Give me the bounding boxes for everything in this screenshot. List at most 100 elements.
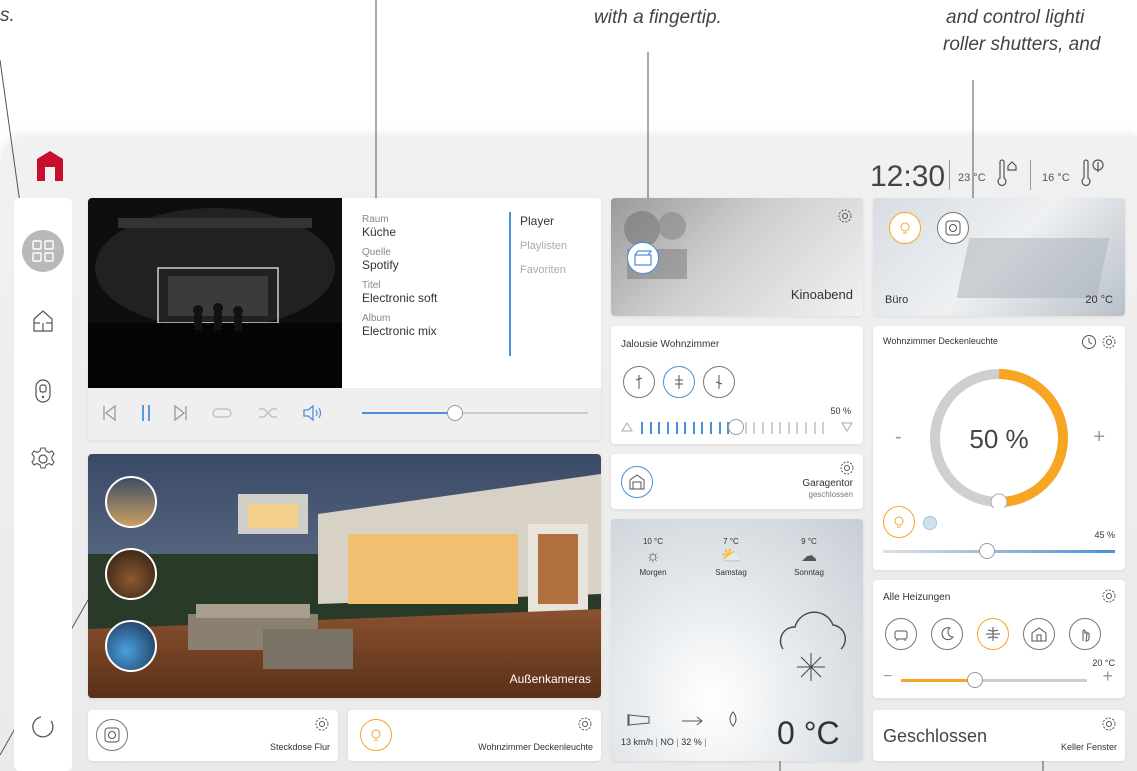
humidity: 32 % <box>681 737 702 747</box>
forecast-day: 9 °C ☁ Sonntag <box>779 537 839 577</box>
window-card[interactable]: Geschlossen Keller Fenster <box>873 710 1125 761</box>
brightness-slider[interactable] <box>883 543 1115 559</box>
laptop-shape <box>956 238 1110 298</box>
light-toggle-button[interactable] <box>360 719 392 751</box>
socket-card[interactable]: Steckdose Flur <box>88 710 338 761</box>
garage-title: Garagentor <box>802 478 853 489</box>
sidebar-item-devices[interactable] <box>22 370 64 412</box>
ceiling-light-toggle[interactable] <box>883 506 915 538</box>
heating-manual-button[interactable] <box>1069 618 1101 650</box>
camera-label: Außenkameras <box>509 672 591 686</box>
shuffle-icon[interactable] <box>258 406 278 420</box>
forecast-temp: 7 °C <box>723 537 739 546</box>
bulb-icon <box>894 516 904 528</box>
refresh-icon <box>32 716 54 738</box>
blind-stop-button[interactable] <box>663 366 695 398</box>
tab-favorites[interactable]: Favoriten <box>520 264 566 276</box>
volume-icon[interactable] <box>302 404 324 422</box>
rain-cloud-icon: ☁ <box>801 548 817 565</box>
sidebar <box>14 198 72 771</box>
scene-toggle-button[interactable] <box>627 242 659 274</box>
blind-close-button[interactable] <box>703 366 735 398</box>
blind-slider[interactable] <box>621 419 853 436</box>
gear-icon[interactable] <box>1101 334 1117 350</box>
dimmer-plus[interactable]: + <box>1093 426 1105 449</box>
heating-frost-button[interactable] <box>977 618 1009 650</box>
brightness-knob[interactable] <box>979 543 996 559</box>
garage-toggle-button[interactable] <box>621 466 653 498</box>
blind-knob[interactable] <box>728 419 744 435</box>
socket-toggle-button[interactable] <box>96 719 128 751</box>
divider <box>1030 160 1031 190</box>
sun-icon: ☼ <box>645 548 661 565</box>
heating-knob[interactable] <box>967 672 984 688</box>
office-card[interactable]: Büro 20 °C <box>873 198 1125 316</box>
tab-playlists[interactable]: Playlisten <box>520 240 567 252</box>
repeat-icon[interactable] <box>212 408 232 418</box>
weather-card: 10 °C ☼ Morgen 7 °C ⛅ Samstag 9 °C ☁ Sonntag 13 … <box>611 519 863 761</box>
triangle-up-icon <box>621 422 633 432</box>
heating-away-button[interactable] <box>1023 618 1055 650</box>
ceiling-light-small-card[interactable]: Wohnzimmer Deckenleuchte <box>348 710 601 761</box>
outdoor-temp: 16 °C <box>1042 172 1070 184</box>
gear-icon[interactable] <box>314 716 330 732</box>
heating-night-button[interactable] <box>931 618 963 650</box>
blind-tick <box>761 422 764 434</box>
album-value: Electronic mix <box>362 324 437 338</box>
blind-open-button[interactable] <box>623 366 655 398</box>
snow-cloud-icon <box>779 611 847 681</box>
gear-icon[interactable] <box>837 208 853 224</box>
heating-comfort-button[interactable] <box>885 618 917 650</box>
camera-thumb-1[interactable] <box>105 476 157 528</box>
camera-thumb-2[interactable] <box>105 548 157 600</box>
camera-card[interactable]: Außenkameras <box>88 454 601 698</box>
grid-icon <box>32 240 54 262</box>
tab-player[interactable]: Player <box>520 214 554 228</box>
socket-label: Steckdose Flur <box>269 742 330 752</box>
heating-plus[interactable]: + <box>1102 666 1113 687</box>
clock: 12:30 <box>870 160 946 193</box>
hand-icon <box>1082 629 1090 642</box>
light-small-label: Wohnzimmer Deckenleuchte <box>478 742 593 752</box>
dimmer-minus[interactable]: - <box>895 426 902 449</box>
blind-stop-icon <box>675 375 683 389</box>
wind-speed: 13 km/h <box>621 737 654 747</box>
music-player-card: Raum Küche Quelle Spotify Titel Electron… <box>88 198 601 440</box>
next-icon[interactable] <box>174 404 188 422</box>
blind-card: Jalousie Wohnzimmer 50 % <box>611 326 863 444</box>
blind-tick <box>649 422 652 434</box>
color-dot[interactable] <box>923 516 937 530</box>
sidebar-item-home[interactable] <box>22 300 64 342</box>
forecast-day-name: Sonntag <box>794 568 824 577</box>
blind-title: Jalousie Wohnzimmer <box>621 339 720 350</box>
sidebar-item-settings[interactable] <box>22 438 64 480</box>
sidebar-item-dashboard[interactable] <box>22 230 64 272</box>
room-value: Küche <box>362 225 397 239</box>
pause-icon[interactable] <box>140 404 152 422</box>
heating-minus[interactable]: − <box>883 668 892 686</box>
volume-slider[interactable] <box>362 405 588 421</box>
camera-thumb-3[interactable] <box>105 620 157 672</box>
socket-icon <box>104 727 120 743</box>
blind-tick <box>658 422 661 434</box>
gear-icon[interactable] <box>577 716 593 732</box>
garage-card[interactable]: Garagentor geschlossen <box>611 454 863 509</box>
garage-status: geschlossen <box>808 490 853 499</box>
gear-icon[interactable] <box>839 460 855 476</box>
refresh-button[interactable] <box>22 706 64 748</box>
blind-tick <box>718 422 721 434</box>
clock-icon[interactable] <box>1081 334 1097 350</box>
heating-slider[interactable] <box>901 672 1087 688</box>
current-temp: 0 °C <box>777 715 840 751</box>
scene-label: Kinoabend <box>790 287 853 302</box>
previous-icon[interactable] <box>102 404 116 422</box>
office-light-button[interactable] <box>889 212 921 244</box>
office-socket-button[interactable] <box>937 212 969 244</box>
gear-icon[interactable] <box>1101 716 1117 732</box>
scene-card[interactable]: Kinoabend <box>611 198 863 316</box>
blind-tick <box>787 422 790 434</box>
volume-knob[interactable] <box>446 405 463 421</box>
blind-tick <box>822 422 825 434</box>
title-value: Electronic soft <box>362 291 438 305</box>
gear-icon[interactable] <box>1101 588 1117 604</box>
